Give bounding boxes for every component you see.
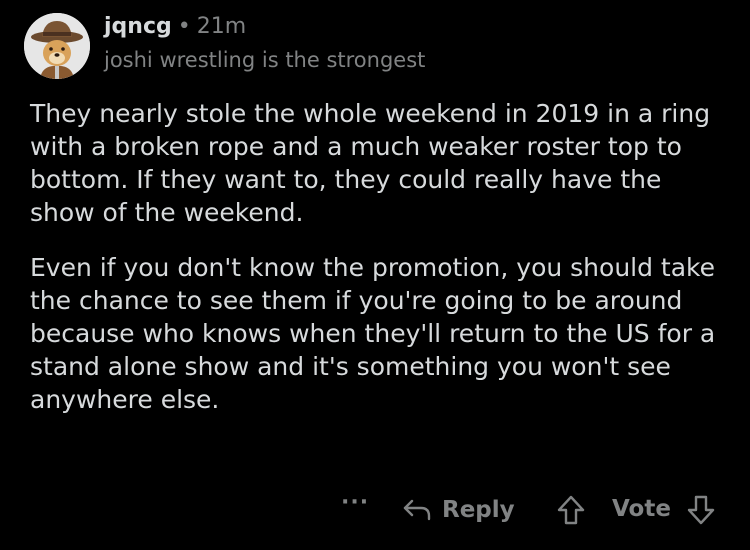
reply-button[interactable]: Reply [402,490,515,530]
user-avatar[interactable] [24,13,90,79]
vote-label: Vote [612,496,671,522]
user-flair: joshi wrestling is the strongest [104,48,426,72]
comment-paragraph: They nearly stole the whole weekend in 2… [30,99,711,227]
doge-cowboy-avatar-icon [24,13,90,79]
reply-label: Reply [442,497,515,523]
more-options-button[interactable]: ··· [341,490,369,515]
username-link[interactable]: jqncg [104,14,172,39]
upvote-arrow-icon[interactable] [556,494,586,526]
downvote-arrow-icon[interactable] [686,494,716,526]
comment-body: They nearly stole the whole weekend in 2… [30,97,720,438]
comment-actions: ··· Reply Vote [0,488,750,532]
reply-arrow-icon [403,499,431,521]
comment-paragraph: Even if you don't know the promotion, yo… [30,253,716,414]
separator-dot: • [177,14,191,39]
comment-header: jqncg • 21m [104,14,246,39]
timestamp: 21m [196,14,247,39]
